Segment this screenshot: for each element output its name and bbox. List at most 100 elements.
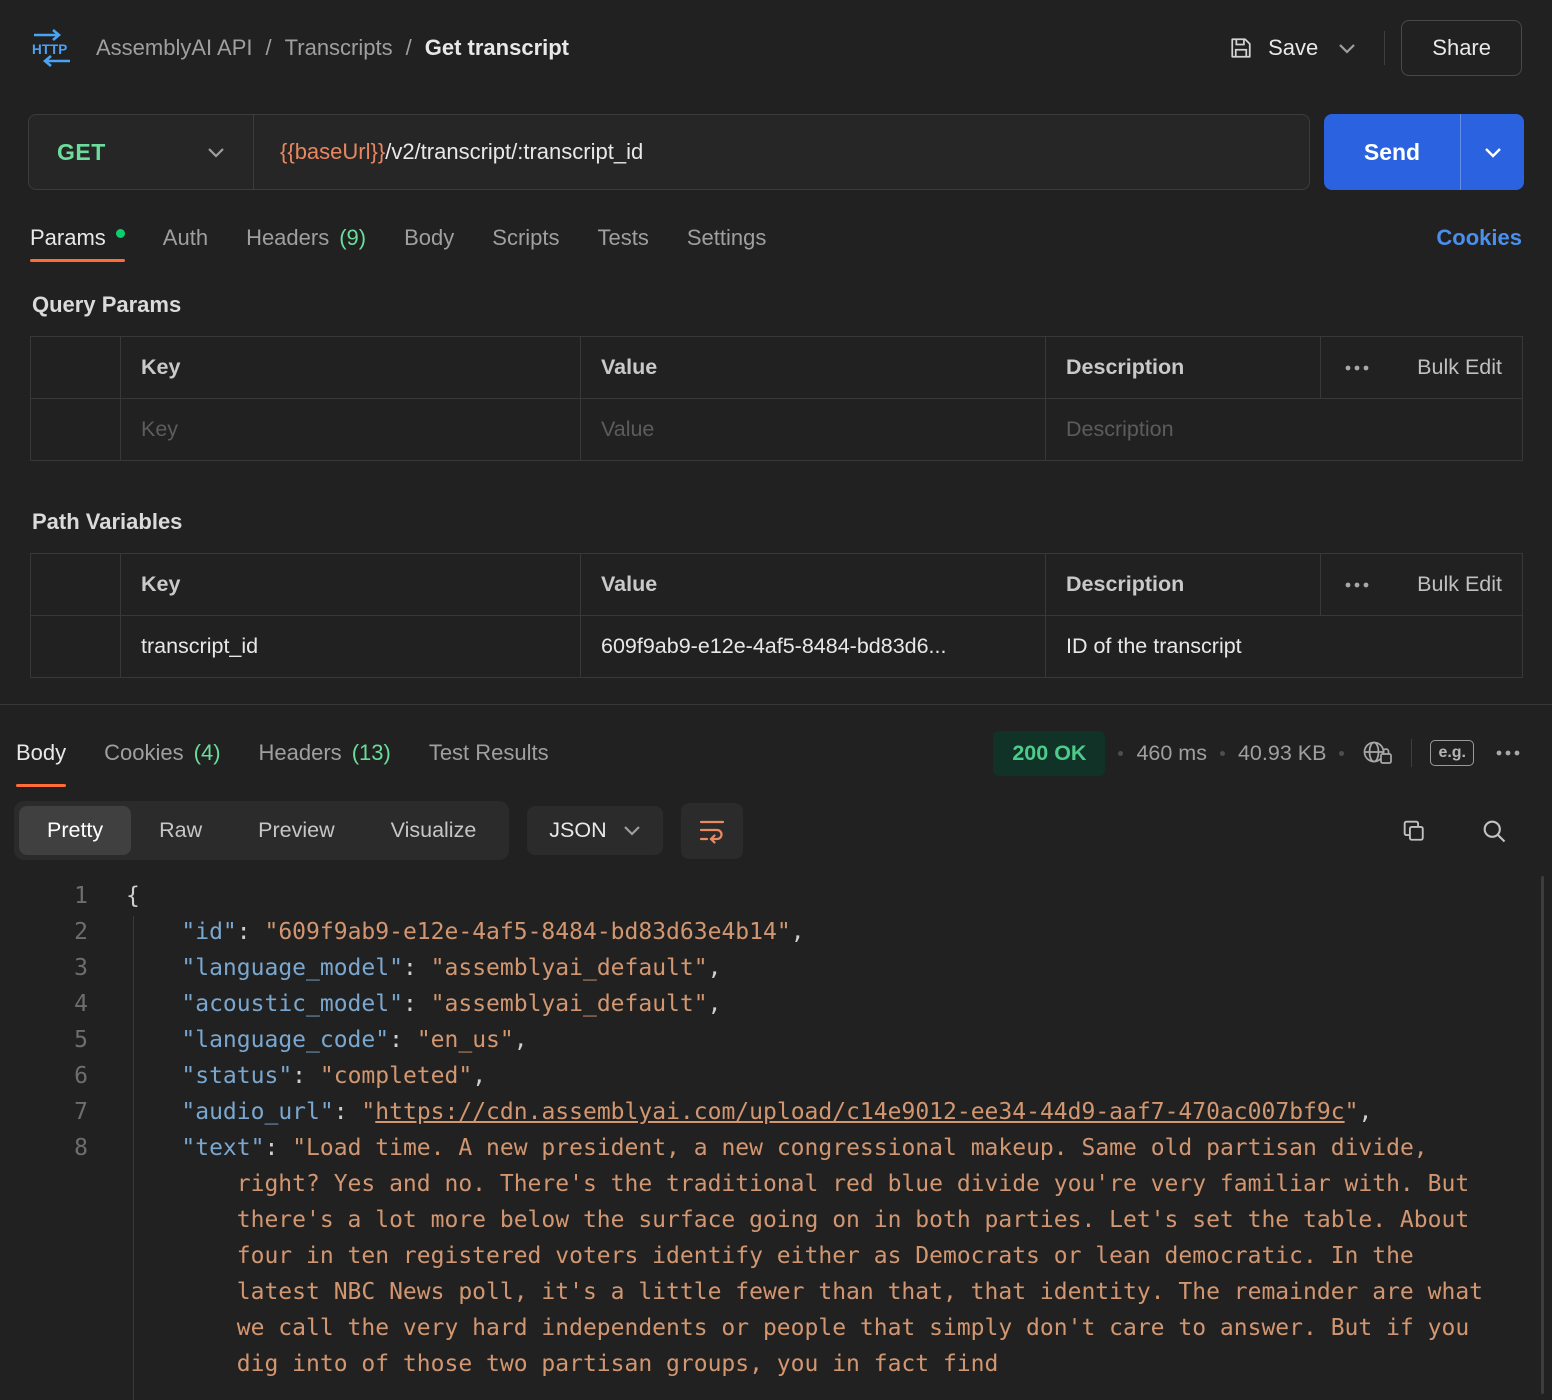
wrap-text-button[interactable] xyxy=(681,803,743,859)
line-number: 3 xyxy=(0,950,88,986)
tab-headers-label: Headers xyxy=(246,225,329,251)
copy-button[interactable] xyxy=(1396,813,1432,849)
response-tab-test-results[interactable]: Test Results xyxy=(429,711,549,795)
breadcrumb-collection[interactable]: AssemblyAI API xyxy=(96,35,253,61)
response-time[interactable]: 460 ms xyxy=(1136,741,1207,766)
save-button[interactable]: Save xyxy=(1219,24,1326,72)
response-tab-test-results-label: Test Results xyxy=(429,740,549,766)
response-tab-cookies-label: Cookies xyxy=(104,740,183,766)
response-tab-headers-label: Headers xyxy=(259,740,342,766)
url-input[interactable]: {{baseUrl}}/v2/transcript/:transcript_id xyxy=(254,139,1309,165)
ellipsis-icon xyxy=(1496,750,1520,756)
tab-headers-count: (9) xyxy=(339,225,366,251)
breadcrumb-separator: / xyxy=(406,35,412,61)
code-line[interactable]: 2 "id": "609f9ab9-e12e-4af5-8484-bd83d63… xyxy=(0,914,1552,950)
key-input[interactable]: transcript_id xyxy=(121,616,581,678)
save-options-button[interactable] xyxy=(1326,33,1368,64)
response-body-editor[interactable]: 1{2 "id": "609f9ab9-e12e-4af5-8484-bd83d… xyxy=(0,874,1552,1400)
code-line[interactable]: 4 "acoustic_model": "assemblyai_default"… xyxy=(0,986,1552,1022)
view-raw-button[interactable]: Raw xyxy=(131,806,230,855)
code-line[interactable]: 1{ xyxy=(0,878,1552,914)
description-input[interactable]: Description xyxy=(1046,399,1523,461)
scrollbar[interactable] xyxy=(1541,876,1544,1394)
http-request-icon: HTTP xyxy=(30,28,74,68)
save-example-icon: e.g. xyxy=(1430,740,1474,766)
value-input[interactable]: 609f9ab9-e12e-4af5-8484-bd83d6... xyxy=(581,616,1046,678)
code-line[interactable]: 5 "language_code": "en_us", xyxy=(0,1022,1552,1058)
query-params-title: Query Params xyxy=(32,292,1520,318)
response-tab-cookies[interactable]: Cookies (4) xyxy=(104,711,220,795)
save-example-button[interactable]: e.g. xyxy=(1426,736,1478,770)
chevron-down-icon xyxy=(623,825,641,836)
request-bar: GET {{baseUrl}}/v2/transcript/:transcrip… xyxy=(28,114,1524,190)
path-variables-table: Key Value Description Bulk Edit transcri… xyxy=(30,553,1523,678)
save-icon xyxy=(1227,34,1255,62)
tab-body[interactable]: Body xyxy=(404,214,454,262)
code-line[interactable]: 3 "language_model": "assemblyai_default"… xyxy=(0,950,1552,986)
bulk-edit-column: Bulk Edit xyxy=(1321,337,1523,399)
request-tabs: Params Auth Headers (9) Body Scripts Tes… xyxy=(30,214,1522,262)
key-input[interactable]: Key xyxy=(121,399,581,461)
method-selector[interactable]: GET xyxy=(29,115,253,189)
view-pretty-button[interactable]: Pretty xyxy=(19,806,131,855)
topbar: HTTP AssemblyAI API / Transcripts / Get … xyxy=(0,0,1552,96)
breadcrumb-folder[interactable]: Transcripts xyxy=(285,35,393,61)
app-window: HTTP AssemblyAI API / Transcripts / Get … xyxy=(0,0,1552,1400)
tab-tests[interactable]: Tests xyxy=(598,214,649,262)
table-row: transcript_id 609f9ab9-e12e-4af5-8484-bd… xyxy=(31,616,1523,678)
response-tab-headers-count: (13) xyxy=(352,740,391,766)
column-header-description: Description xyxy=(1046,337,1321,399)
line-number: 2 xyxy=(0,914,88,950)
response-tab-body[interactable]: Body xyxy=(16,711,66,795)
view-visualize-button[interactable]: Visualize xyxy=(363,806,505,855)
tab-body-label: Body xyxy=(404,225,454,251)
send-button[interactable]: Send xyxy=(1324,114,1460,190)
breadcrumb-separator: / xyxy=(266,35,272,61)
tab-auth[interactable]: Auth xyxy=(163,214,208,262)
view-switcher: Pretty Raw Preview Visualize xyxy=(14,801,509,860)
value-input[interactable]: Value xyxy=(581,399,1046,461)
line-number: 8 xyxy=(0,1130,88,1382)
bulk-edit-column: Bulk Edit xyxy=(1321,554,1523,616)
line-number: 4 xyxy=(0,986,88,1022)
copy-icon xyxy=(1400,817,1428,845)
line-number: 6 xyxy=(0,1058,88,1094)
search-button[interactable] xyxy=(1476,813,1512,849)
status-badge[interactable]: 200 OK xyxy=(993,731,1105,776)
url-box: GET {{baseUrl}}/v2/transcript/:transcrip… xyxy=(28,114,1310,190)
code-line[interactable]: 8 "text": "Load time. A new president, a… xyxy=(0,1130,1552,1382)
response-header: Body Cookies (4) Headers (13) Test Resul… xyxy=(0,705,1552,795)
divider xyxy=(1411,739,1412,767)
table-row: Key Value Description xyxy=(31,399,1523,461)
tab-settings[interactable]: Settings xyxy=(687,214,767,262)
more-options-icon[interactable] xyxy=(1341,578,1373,592)
tab-scripts-label: Scripts xyxy=(492,225,559,251)
send-options-button[interactable] xyxy=(1460,114,1524,190)
response-toolbar: Pretty Raw Preview Visualize JSON xyxy=(0,795,1552,874)
tab-headers[interactable]: Headers (9) xyxy=(246,214,366,262)
toolbar-right xyxy=(1396,813,1538,849)
response-options-button[interactable] xyxy=(1492,746,1524,760)
breadcrumb-request-name[interactable]: Get transcript xyxy=(425,35,569,61)
tab-params[interactable]: Params xyxy=(30,214,125,262)
tab-auth-label: Auth xyxy=(163,225,208,251)
tab-scripts[interactable]: Scripts xyxy=(492,214,559,262)
bulk-edit-button[interactable]: Bulk Edit xyxy=(1417,355,1502,380)
column-header-description: Description xyxy=(1046,554,1321,616)
wrap-text-icon xyxy=(698,818,726,844)
cookies-link[interactable]: Cookies xyxy=(1436,225,1522,251)
bulk-edit-button[interactable]: Bulk Edit xyxy=(1417,572,1502,597)
network-info-button[interactable] xyxy=(1357,735,1397,771)
response-pane: Body Cookies (4) Headers (13) Test Resul… xyxy=(0,705,1552,1400)
code-line[interactable]: 7 "audio_url": "https://cdn.assemblyai.c… xyxy=(0,1094,1552,1130)
code-line[interactable]: 6 "status": "completed", xyxy=(0,1058,1552,1094)
response-size[interactable]: 40.93 KB xyxy=(1238,741,1326,766)
view-preview-button[interactable]: Preview xyxy=(230,806,362,855)
response-tab-headers[interactable]: Headers (13) xyxy=(259,711,391,795)
more-options-icon[interactable] xyxy=(1341,361,1373,375)
tab-params-label: Params xyxy=(30,225,106,251)
share-button[interactable]: Share xyxy=(1401,20,1522,76)
description-input[interactable]: ID of the transcript xyxy=(1046,616,1523,678)
format-selector[interactable]: JSON xyxy=(527,806,662,855)
send-button-group: Send xyxy=(1324,114,1524,190)
